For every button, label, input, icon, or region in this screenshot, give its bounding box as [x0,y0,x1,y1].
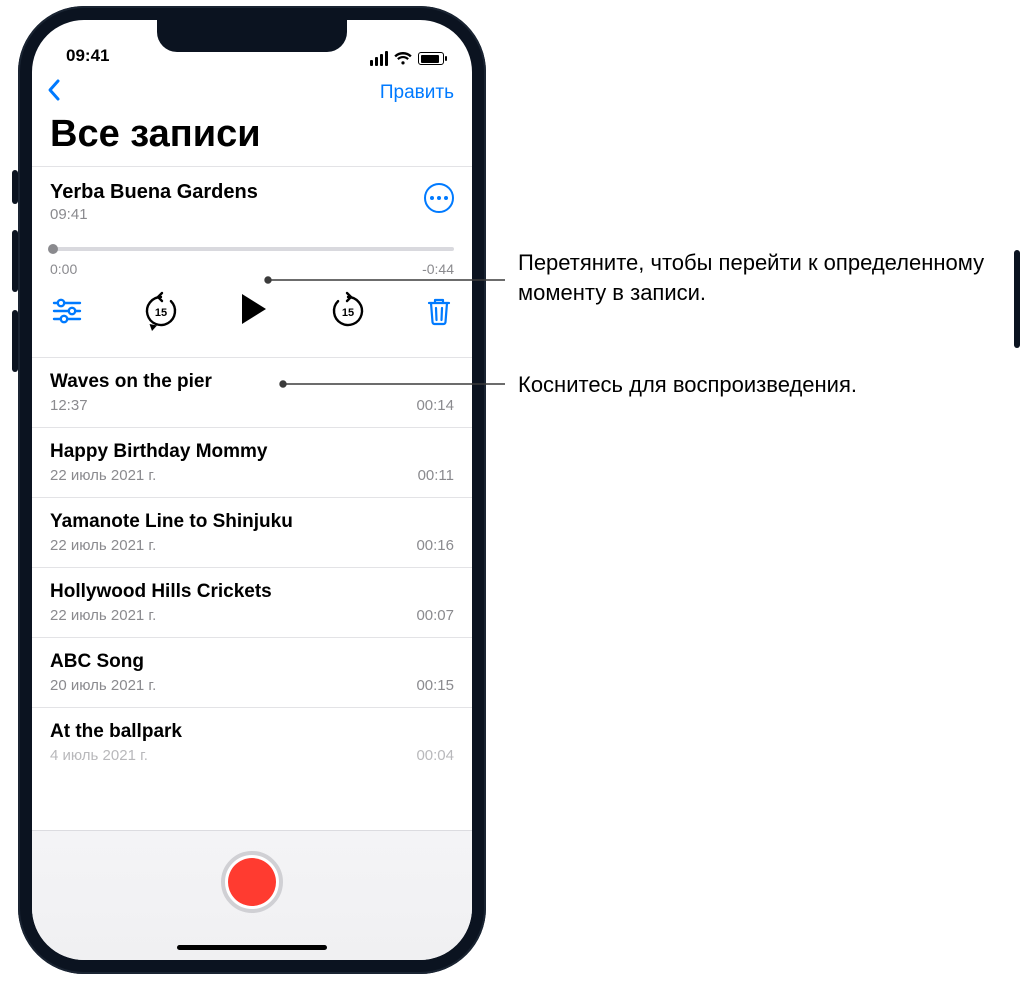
svg-text:15: 15 [154,307,166,319]
expanded-recording: Yerba Buena Gardens 09:41 0:00 -0:44 [32,167,472,357]
recording-row[interactable]: ABC Song 20 июль 2021 г. 00:15 [32,637,472,707]
skip-back-15-button[interactable]: 15 [141,291,181,331]
time-remaining: -0:44 [422,261,454,277]
skip-forward-icon: 15 [328,291,368,331]
recording-row-title: At the ballpark [50,721,454,743]
play-icon [239,292,269,326]
recording-row[interactable]: Happy Birthday Mommy 22 июль 2021 г. 00:1… [32,427,472,497]
play-button[interactable] [239,292,269,331]
more-options-button[interactable] [424,183,454,213]
recording-row-date: 22 июль 2021 г. [50,537,156,554]
recording-row-duration: 00:14 [416,397,454,414]
nav-bar: Править [32,68,472,111]
record-button[interactable] [221,851,283,913]
recording-row-duration: 00:11 [418,467,454,484]
recording-row[interactable]: Hollywood Hills Crickets 22 июль 2021 г.… [32,567,472,637]
recording-row-duration: 00:04 [416,747,454,764]
scrubber-thumb[interactable] [48,244,58,254]
time-elapsed: 0:00 [50,261,77,277]
back-button[interactable] [46,78,62,107]
recording-row-duration: 00:07 [416,607,454,624]
notch [157,20,347,52]
callout-play: Коснитесь для воспроизведения. [518,370,1018,400]
ellipsis-icon [430,196,448,200]
recording-row-title: ABC Song [50,651,454,673]
recording-row-date: 20 июль 2021 г. [50,677,156,694]
recording-row[interactable]: At the ballpark 4 июль 2021 г. 00:04 [32,707,472,764]
recording-row[interactable]: Waves on the pier 12:37 00:14 [32,357,472,427]
svg-text:15: 15 [341,307,353,319]
recording-row-title: Hollywood Hills Crickets [50,581,454,603]
recording-row-date: 12:37 [50,397,88,414]
callout-scrub: Перетяните, чтобы перейти к определенном… [518,248,1018,307]
recording-row-date: 4 июль 2021 г. [50,747,148,764]
recording-row-date: 22 июль 2021 г. [50,467,156,484]
recording-row-title: Waves on the pier [50,371,454,393]
home-indicator[interactable] [177,945,327,950]
status-time: 09:41 [66,46,109,66]
recording-row-duration: 00:15 [416,677,454,694]
screen: 09:41 Править Все записи Yerb [32,20,472,960]
recording-row-title: Happy Birthday Mommy [50,441,454,463]
skip-back-icon: 15 [141,291,181,331]
iphone-frame: 09:41 Править Все записи Yerb [18,6,486,974]
recording-row-title: Yamanote Line to Shinjuku [50,511,454,533]
trash-icon [426,296,452,326]
playback-options-button[interactable] [52,298,82,324]
recording-time: 09:41 [50,206,258,223]
recording-row-duration: 00:16 [416,537,454,554]
delete-button[interactable] [426,296,452,326]
wifi-icon [394,52,412,66]
recording-title: Yerba Buena Gardens [50,181,258,204]
page-title: Все записи [32,111,472,166]
edit-button[interactable]: Править [380,82,454,104]
scrubber[interactable] [50,247,454,251]
cellular-icon [370,51,388,66]
recording-row[interactable]: Yamanote Line to Shinjuku 22 июль 2021 г… [32,497,472,567]
battery-icon [418,52,444,65]
toolbar [32,830,472,960]
recording-row-date: 22 июль 2021 г. [50,607,156,624]
skip-forward-15-button[interactable]: 15 [328,291,368,331]
record-icon [228,858,276,906]
sliders-icon [52,298,82,324]
